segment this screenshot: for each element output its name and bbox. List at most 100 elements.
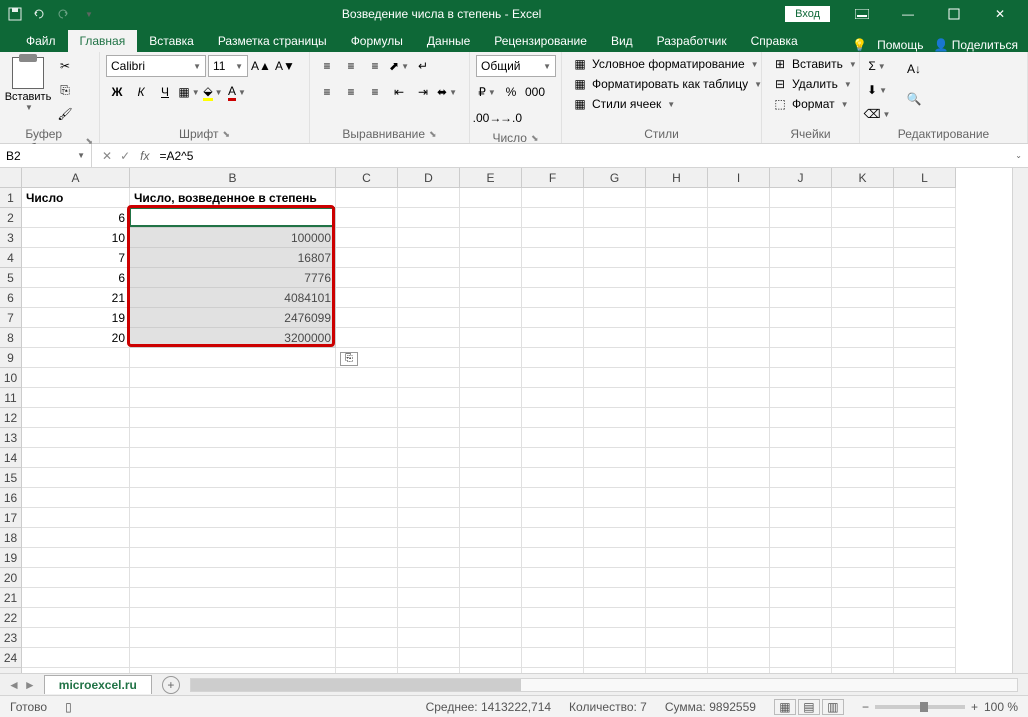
cell[interactable] bbox=[708, 548, 770, 568]
cell[interactable] bbox=[708, 448, 770, 468]
sort-filter-icon[interactable]: A↓ bbox=[900, 55, 928, 83]
cell[interactable] bbox=[460, 468, 522, 488]
cell[interactable] bbox=[770, 368, 832, 388]
cell[interactable] bbox=[708, 248, 770, 268]
cell[interactable] bbox=[522, 248, 584, 268]
cell[interactable] bbox=[336, 268, 398, 288]
cell[interactable] bbox=[770, 228, 832, 248]
cell[interactable] bbox=[522, 308, 584, 328]
cell[interactable] bbox=[398, 548, 460, 568]
cell[interactable] bbox=[708, 468, 770, 488]
cell[interactable] bbox=[584, 508, 646, 528]
cell[interactable] bbox=[130, 548, 336, 568]
font-size-combo[interactable]: ▼ bbox=[208, 55, 248, 77]
cell[interactable] bbox=[398, 568, 460, 588]
format-painter-icon[interactable]: 🖌 bbox=[54, 103, 76, 125]
col-header[interactable]: G bbox=[584, 168, 646, 187]
cell[interactable] bbox=[130, 568, 336, 588]
cell[interactable] bbox=[460, 508, 522, 528]
align-launcher-icon[interactable]: ⬊ bbox=[429, 129, 437, 140]
cell[interactable] bbox=[894, 308, 956, 328]
cell[interactable] bbox=[584, 488, 646, 508]
cell[interactable] bbox=[460, 388, 522, 408]
cell[interactable] bbox=[894, 528, 956, 548]
number-launcher-icon[interactable]: ⬊ bbox=[531, 133, 539, 144]
cell[interactable] bbox=[894, 628, 956, 648]
macro-rec-icon[interactable]: ▯ bbox=[65, 700, 72, 714]
cell[interactable] bbox=[646, 528, 708, 548]
col-header[interactable]: A bbox=[22, 168, 130, 187]
cell[interactable] bbox=[22, 388, 130, 408]
cell[interactable] bbox=[584, 468, 646, 488]
cell[interactable] bbox=[770, 208, 832, 228]
col-header[interactable]: I bbox=[708, 168, 770, 187]
cell[interactable] bbox=[832, 628, 894, 648]
cell[interactable] bbox=[398, 448, 460, 468]
grow-font-icon[interactable]: A▲ bbox=[250, 55, 272, 77]
cell[interactable] bbox=[646, 568, 708, 588]
col-header[interactable]: K bbox=[832, 168, 894, 187]
cell[interactable] bbox=[894, 328, 956, 348]
cell[interactable] bbox=[832, 348, 894, 368]
tab-рецензирование[interactable]: Рецензирование bbox=[482, 30, 599, 52]
cell[interactable] bbox=[584, 208, 646, 228]
expand-formula-icon[interactable]: ⌄ bbox=[1009, 151, 1028, 160]
cell[interactable] bbox=[522, 188, 584, 208]
clear-icon[interactable]: ⌫▼ bbox=[866, 103, 888, 125]
cell[interactable] bbox=[832, 648, 894, 668]
cell[interactable] bbox=[770, 248, 832, 268]
cell[interactable] bbox=[336, 608, 398, 628]
cell[interactable] bbox=[460, 668, 522, 673]
cell[interactable] bbox=[708, 288, 770, 308]
cell[interactable] bbox=[336, 368, 398, 388]
cell[interactable] bbox=[522, 568, 584, 588]
cell[interactable] bbox=[336, 488, 398, 508]
cell[interactable] bbox=[398, 588, 460, 608]
cell[interactable] bbox=[832, 508, 894, 528]
cell[interactable] bbox=[770, 188, 832, 208]
cell[interactable] bbox=[584, 228, 646, 248]
cell[interactable] bbox=[522, 668, 584, 673]
cell[interactable] bbox=[460, 348, 522, 368]
horizontal-scrollbar[interactable] bbox=[190, 678, 1018, 692]
sheet-nav-next-icon[interactable]: ► bbox=[24, 678, 36, 692]
wrap-text-icon[interactable]: ↵ bbox=[412, 55, 434, 77]
cell[interactable] bbox=[708, 268, 770, 288]
cells-canvas[interactable]: ЧислоЧисло, возведенное в степень6777610… bbox=[22, 188, 1012, 673]
cell[interactable] bbox=[832, 448, 894, 468]
cell[interactable] bbox=[708, 648, 770, 668]
cell[interactable] bbox=[584, 308, 646, 328]
cell[interactable] bbox=[584, 528, 646, 548]
cell[interactable] bbox=[522, 608, 584, 628]
cell[interactable] bbox=[832, 608, 894, 628]
cell[interactable] bbox=[130, 468, 336, 488]
row-header[interactable]: 21 bbox=[0, 588, 21, 608]
cell[interactable] bbox=[894, 668, 956, 673]
underline-button[interactable]: Ч bbox=[154, 81, 176, 103]
cell[interactable] bbox=[894, 408, 956, 428]
cell[interactable] bbox=[708, 208, 770, 228]
cell[interactable] bbox=[130, 448, 336, 468]
cell[interactable] bbox=[584, 268, 646, 288]
row-header[interactable]: 9 bbox=[0, 348, 21, 368]
align-bottom-icon[interactable]: ≡ bbox=[364, 55, 386, 77]
cell[interactable] bbox=[130, 528, 336, 548]
cell[interactable] bbox=[22, 348, 130, 368]
inc-decimal-icon[interactable]: .00→ bbox=[476, 107, 498, 129]
cell[interactable] bbox=[708, 308, 770, 328]
cell[interactable] bbox=[22, 408, 130, 428]
cell[interactable] bbox=[460, 528, 522, 548]
vertical-scrollbar[interactable] bbox=[1012, 168, 1028, 673]
cell[interactable] bbox=[894, 368, 956, 388]
cell[interactable] bbox=[708, 528, 770, 548]
cell[interactable] bbox=[130, 508, 336, 528]
cell[interactable] bbox=[584, 648, 646, 668]
cell[interactable] bbox=[770, 308, 832, 328]
cell[interactable] bbox=[522, 328, 584, 348]
sheet-tab[interactable]: microexcel.ru bbox=[44, 675, 152, 694]
cell[interactable] bbox=[894, 248, 956, 268]
fill-color-icon[interactable]: ⬙▼ bbox=[202, 81, 224, 103]
cell[interactable] bbox=[130, 368, 336, 388]
cell[interactable] bbox=[336, 428, 398, 448]
cell[interactable] bbox=[708, 508, 770, 528]
